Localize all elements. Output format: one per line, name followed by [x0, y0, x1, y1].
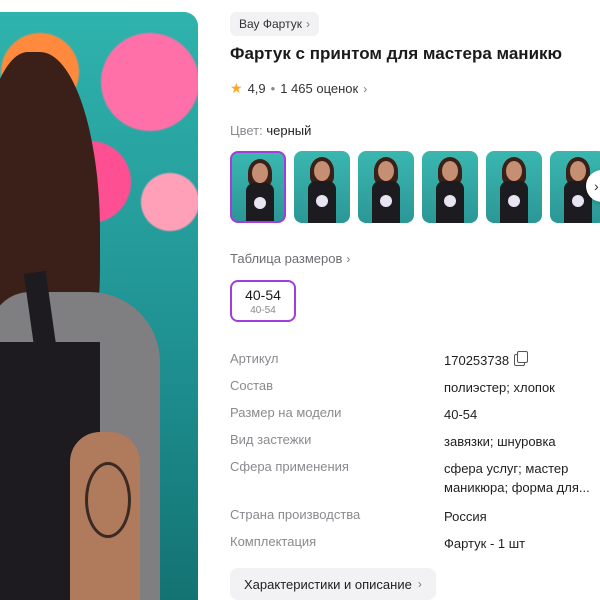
size-option-selected[interactable]: 40-54 40-54: [230, 280, 296, 322]
size-option-label: 40-54: [245, 286, 281, 303]
spec-key: Состав: [230, 378, 274, 393]
thumb-head: [570, 161, 586, 181]
spec-value: завязки; шнуровка: [444, 434, 556, 449]
color-thumbnail-5[interactable]: [486, 151, 542, 223]
thumb-head: [314, 161, 330, 181]
spec-key: Комплектация: [230, 534, 317, 549]
thumb-print: [254, 197, 266, 209]
color-selector-label: Цвет: черный: [230, 123, 311, 138]
chevron-right-icon: ›: [363, 81, 368, 96]
thumb-head: [378, 161, 394, 181]
spec-value: Фартук - 1 шт: [444, 536, 526, 551]
thumb-head: [252, 163, 268, 183]
color-value: черный: [266, 123, 312, 138]
spec-key: Артикул: [230, 351, 279, 366]
thumb-head: [506, 161, 522, 181]
size-table-label: Таблица размеров: [230, 251, 343, 266]
characteristics-label: Характеристики и описание: [244, 576, 412, 592]
spec-key: Страна производства: [230, 507, 361, 522]
color-thumbnail-4[interactable]: [422, 151, 478, 223]
spec-key: Вид застежки: [230, 432, 312, 447]
photo-tattoo: [85, 462, 131, 538]
characteristics-button[interactable]: Характеристики и описание ›: [230, 568, 436, 600]
brand-label: Вау Фартук: [239, 17, 302, 31]
color-thumbnails: [230, 151, 600, 223]
spec-value: Россия: [444, 509, 487, 524]
dot-separator: •: [270, 81, 276, 96]
chevron-right-icon: ›: [594, 178, 599, 194]
thumb-print: [444, 195, 456, 207]
spec-key: Размер на модели: [230, 405, 342, 420]
size-option-sublabel: 40-54: [250, 304, 276, 316]
size-table-link[interactable]: Таблица размеров ›: [230, 251, 350, 266]
brand-breadcrumb[interactable]: Вау Фартук ›: [230, 12, 319, 36]
product-title: Фартук с принтом для мастера маникю: [230, 44, 563, 63]
product-main-photo[interactable]: [0, 12, 198, 600]
thumb-head: [442, 161, 458, 181]
rating-summary[interactable]: ★ 4,9 • 1 465 оценок ›: [230, 80, 367, 97]
reviews-count: 1 465 оценок: [280, 81, 359, 96]
spec-value: сфера услуг; мастер маникюра; форма для.…: [444, 461, 590, 495]
rating-value: 4,9: [247, 81, 266, 96]
thumb-print: [572, 195, 584, 207]
spec-key: Сфера применения: [230, 459, 349, 474]
article-number: 170253738: [444, 353, 510, 368]
copy-icon[interactable]: [514, 351, 529, 366]
color-thumbnail-3[interactable]: [358, 151, 414, 223]
thumb-print: [508, 195, 520, 207]
thumb-print: [316, 195, 328, 207]
color-thumbnail-1[interactable]: [230, 151, 286, 223]
thumb-print: [380, 195, 392, 207]
chevron-right-icon: ›: [346, 251, 351, 266]
chevron-right-icon: ›: [305, 17, 310, 31]
chevron-right-icon: ›: [417, 577, 422, 591]
spec-value: полиэстер; хлопок: [444, 380, 555, 395]
spec-value: 40-54: [444, 407, 478, 422]
color-label: Цвет:: [230, 123, 263, 138]
star-icon: ★: [230, 80, 243, 96]
color-thumbnail-2[interactable]: [294, 151, 350, 223]
spec-value-article: 170253738: [444, 351, 600, 370]
